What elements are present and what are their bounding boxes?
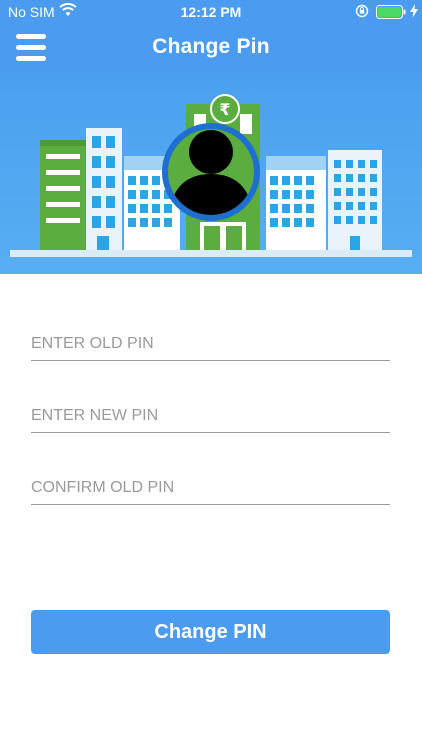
old-pin-field-container <box>31 330 390 361</box>
change-pin-button[interactable]: Change PIN <box>31 610 390 654</box>
charging-bolt-icon <box>410 4 418 21</box>
currency-symbol: ₹ <box>219 100 230 119</box>
header-banner: ₹ <box>0 72 422 274</box>
new-pin-input[interactable] <box>31 402 390 430</box>
new-pin-field-container <box>31 402 390 433</box>
user-avatar-icon <box>162 123 260 221</box>
confirm-pin-field-container <box>31 474 390 505</box>
confirm-pin-input[interactable] <box>31 474 390 502</box>
navigation-bar: Change Pin <box>0 24 422 72</box>
page-title: Change Pin <box>152 35 270 58</box>
rupee-icon: ₹ <box>210 94 240 124</box>
city-buildings-illustration: ₹ <box>10 94 412 257</box>
orientation-lock-icon <box>355 4 369 21</box>
battery-full-icon <box>376 5 406 22</box>
status-bar: No SIM 12:12 PM <box>0 0 422 24</box>
old-pin-input[interactable] <box>31 330 390 358</box>
